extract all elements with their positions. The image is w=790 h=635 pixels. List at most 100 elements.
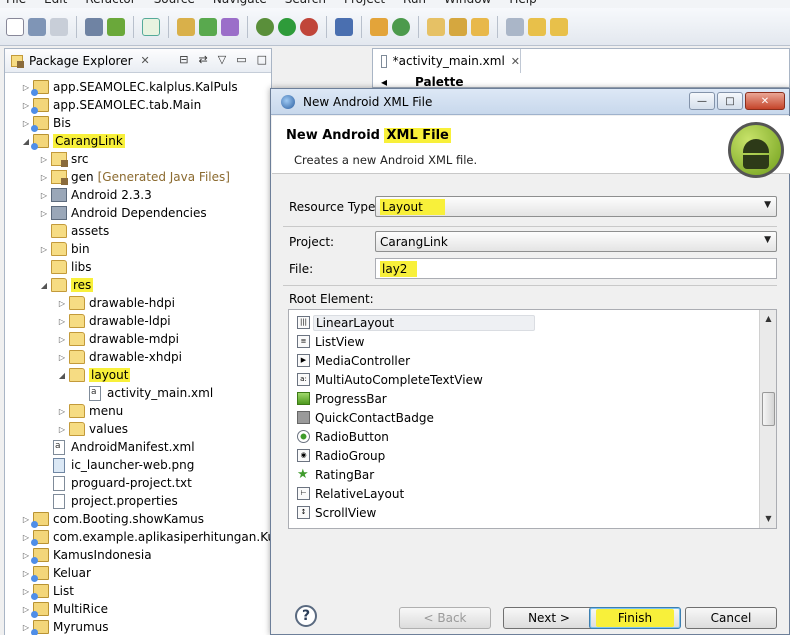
collapsed-arrow-icon[interactable]: ▷ [57, 425, 67, 434]
tree-item[interactable]: ▷ MultiRice [21, 600, 108, 618]
root-element-item[interactable]: RadioButton [297, 427, 757, 446]
expanded-arrow-icon[interactable]: ◢ [57, 371, 67, 380]
tree-item[interactable]: assets [39, 222, 109, 240]
collapsed-arrow-icon[interactable]: ▷ [39, 209, 49, 218]
scroll-thumb[interactable] [762, 392, 775, 426]
root-element-item[interactable]: ◉ RadioGroup [297, 446, 757, 465]
collapse-all-icon[interactable]: ⊟ [179, 53, 188, 66]
edit-icon[interactable] [471, 17, 489, 36]
resource-type-select[interactable]: Layout ▼ [375, 196, 777, 217]
tree-item[interactable]: ▷ drawable-xhdpi [57, 348, 182, 366]
back-button[interactable]: < Back [399, 607, 491, 629]
package-explorer-tab[interactable]: Package Explorer ✕ [11, 54, 150, 68]
collapsed-arrow-icon[interactable]: ▷ [21, 83, 31, 92]
collapsed-arrow-icon[interactable]: ▷ [57, 299, 67, 308]
maximize-button[interactable]: □ [717, 92, 743, 110]
run-icon[interactable] [278, 17, 296, 36]
collapsed-arrow-icon[interactable]: ▷ [21, 623, 31, 632]
menu-item[interactable]: Window [444, 0, 491, 8]
menu-item[interactable]: Source [154, 0, 195, 8]
root-element-list[interactable]: ||| LinearLayout ≡ ListView ▶ MediaController… [288, 309, 777, 529]
close-button[interactable]: ✕ [745, 92, 785, 110]
root-element-item[interactable]: ▶ MediaController [297, 351, 757, 370]
root-element-item[interactable]: ★ RatingBar [297, 465, 757, 484]
menu-item[interactable]: Edit [44, 0, 67, 8]
root-element-item[interactable]: ⊢ RelativeLayout [297, 484, 757, 503]
cancel-button[interactable]: Cancel [685, 607, 777, 629]
collapsed-arrow-icon[interactable]: ▷ [39, 155, 49, 164]
collapsed-arrow-icon[interactable]: ▷ [21, 569, 31, 578]
collapsed-arrow-icon[interactable]: ▷ [39, 191, 49, 200]
android-sdk-icon[interactable] [107, 17, 125, 36]
tree-item[interactable]: ▷ Bis [21, 114, 71, 132]
project-select[interactable]: CarangLink ▼ [375, 231, 777, 252]
collapsed-arrow-icon[interactable]: ▷ [57, 317, 67, 326]
skip-breakpoints-icon[interactable] [335, 17, 353, 36]
search-icon[interactable] [449, 17, 467, 36]
expanded-arrow-icon[interactable]: ◢ [21, 137, 31, 146]
scroll-up-icon[interactable]: ▲ [761, 311, 776, 327]
tree-item[interactable]: proguard-project.txt [39, 474, 192, 492]
collapsed-arrow-icon[interactable]: ▷ [57, 353, 67, 362]
tree-item[interactable]: ▷ app.SEAMOLEC.tab.Main [21, 96, 201, 114]
download-icon[interactable] [85, 17, 103, 36]
tree-item[interactable]: ▷ com.Booting.showKamus [21, 510, 204, 528]
tree-item[interactable]: ▷ KamusIndonesia [21, 546, 152, 564]
palette-collapse-icon[interactable]: ◂ [381, 75, 387, 89]
menu-item[interactable]: Project [344, 0, 385, 8]
minimize-button[interactable]: — [689, 92, 715, 110]
collapsed-arrow-icon[interactable]: ▷ [21, 533, 31, 542]
close-icon[interactable]: ✕ [511, 55, 520, 68]
root-element-item[interactable]: a: MultiAutoCompleteTextView [297, 370, 757, 389]
tree-item[interactable]: ▷ app.SEAMOLEC.kalplus.KalPuls [21, 78, 238, 96]
tree-item[interactable]: AndroidManifest.xml [39, 438, 195, 456]
open-type-icon[interactable] [370, 17, 388, 36]
tree-item[interactable]: ▷ src [39, 150, 89, 168]
collapsed-arrow-icon[interactable]: ▷ [21, 119, 31, 128]
check-icon[interactable] [142, 17, 160, 36]
maximize-icon[interactable]: □ [257, 53, 267, 66]
collapsed-arrow-icon[interactable]: ▷ [21, 515, 31, 524]
close-icon[interactable]: ✕ [141, 54, 150, 67]
menu-item[interactable]: Search [285, 0, 326, 8]
collapsed-arrow-icon[interactable]: ▷ [57, 407, 67, 416]
tree-item[interactable]: ▷ Android Dependencies [39, 204, 207, 222]
tree-item[interactable]: ▷ List [21, 582, 74, 600]
tree-item[interactable]: ▷ menu [57, 402, 123, 420]
new-icon[interactable] [6, 17, 24, 36]
view-menu-icon[interactable]: ▽ [218, 53, 226, 66]
tree-item[interactable]: ▷ gen [Generated Java Files] [39, 168, 230, 186]
file-name-input[interactable]: lay2 [375, 258, 777, 279]
tree-item[interactable]: ▷ com.example.aplikasiperhitungan.Kubus [21, 528, 271, 546]
new-class-icon[interactable] [199, 17, 217, 36]
root-element-item[interactable]: ↕ ScrollView [297, 503, 757, 522]
tree-item[interactable]: ◢ CarangLink [21, 132, 125, 150]
collapsed-arrow-icon[interactable]: ▷ [21, 101, 31, 110]
tree-item[interactable]: ▷ Android 2.3.3 [39, 186, 152, 204]
print-icon[interactable] [50, 17, 68, 36]
forward-icon[interactable] [550, 17, 568, 36]
tree-item[interactable]: ◢ res [39, 276, 94, 294]
tree-item[interactable]: ▷ Keluar [21, 564, 91, 582]
tree-item[interactable]: ▷ drawable-ldpi [57, 312, 171, 330]
root-element-item[interactable]: ||| LinearLayout [297, 313, 757, 332]
tree-item[interactable]: ▷ Myrumus [21, 618, 109, 635]
scroll-down-icon[interactable]: ▼ [761, 511, 776, 527]
collapsed-arrow-icon[interactable]: ▷ [39, 245, 49, 254]
collapsed-arrow-icon[interactable]: ▷ [21, 605, 31, 614]
minimize-icon[interactable]: ▭ [236, 53, 246, 66]
refresh-icon[interactable] [392, 17, 410, 36]
open-folder-icon[interactable] [427, 17, 445, 36]
menu-item[interactable]: File [6, 0, 26, 8]
new-java-project-icon[interactable] [177, 17, 195, 36]
expanded-arrow-icon[interactable]: ◢ [39, 281, 49, 290]
tree-item[interactable]: project.properties [39, 492, 178, 510]
tree-item[interactable]: libs [39, 258, 92, 276]
collapsed-arrow-icon[interactable]: ▷ [39, 173, 49, 182]
tree-item[interactable]: ▷ drawable-mdpi [57, 330, 179, 348]
tree-item[interactable]: ◢ layout [57, 366, 131, 384]
root-element-item[interactable]: ≡ ListView [297, 332, 757, 351]
dialog-title-bar[interactable]: New Android XML File — □ ✕ [271, 89, 789, 115]
debug-icon[interactable] [256, 17, 274, 36]
menu-item[interactable]: Navigate [213, 0, 267, 8]
